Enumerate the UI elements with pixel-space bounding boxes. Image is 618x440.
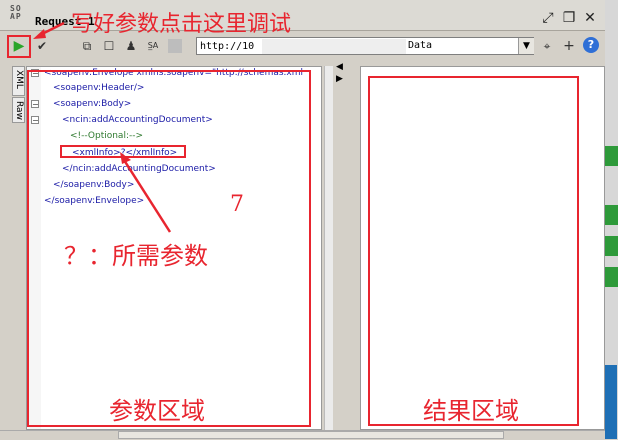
- annotation-param: ？：所需参数: [64, 242, 208, 270]
- annotation-number: 7: [230, 192, 244, 217]
- arrow-run-head: [33, 29, 46, 39]
- annotation-result-area: 结果区域: [423, 397, 519, 425]
- annotation-param-area: 参数区域: [109, 397, 205, 425]
- annotation-run: 写好参数点击这里调试: [71, 12, 292, 37]
- annotation-arrows: [33, 21, 172, 233]
- arrow-param: [122, 159, 172, 233]
- arrow-param-head: [120, 152, 131, 164]
